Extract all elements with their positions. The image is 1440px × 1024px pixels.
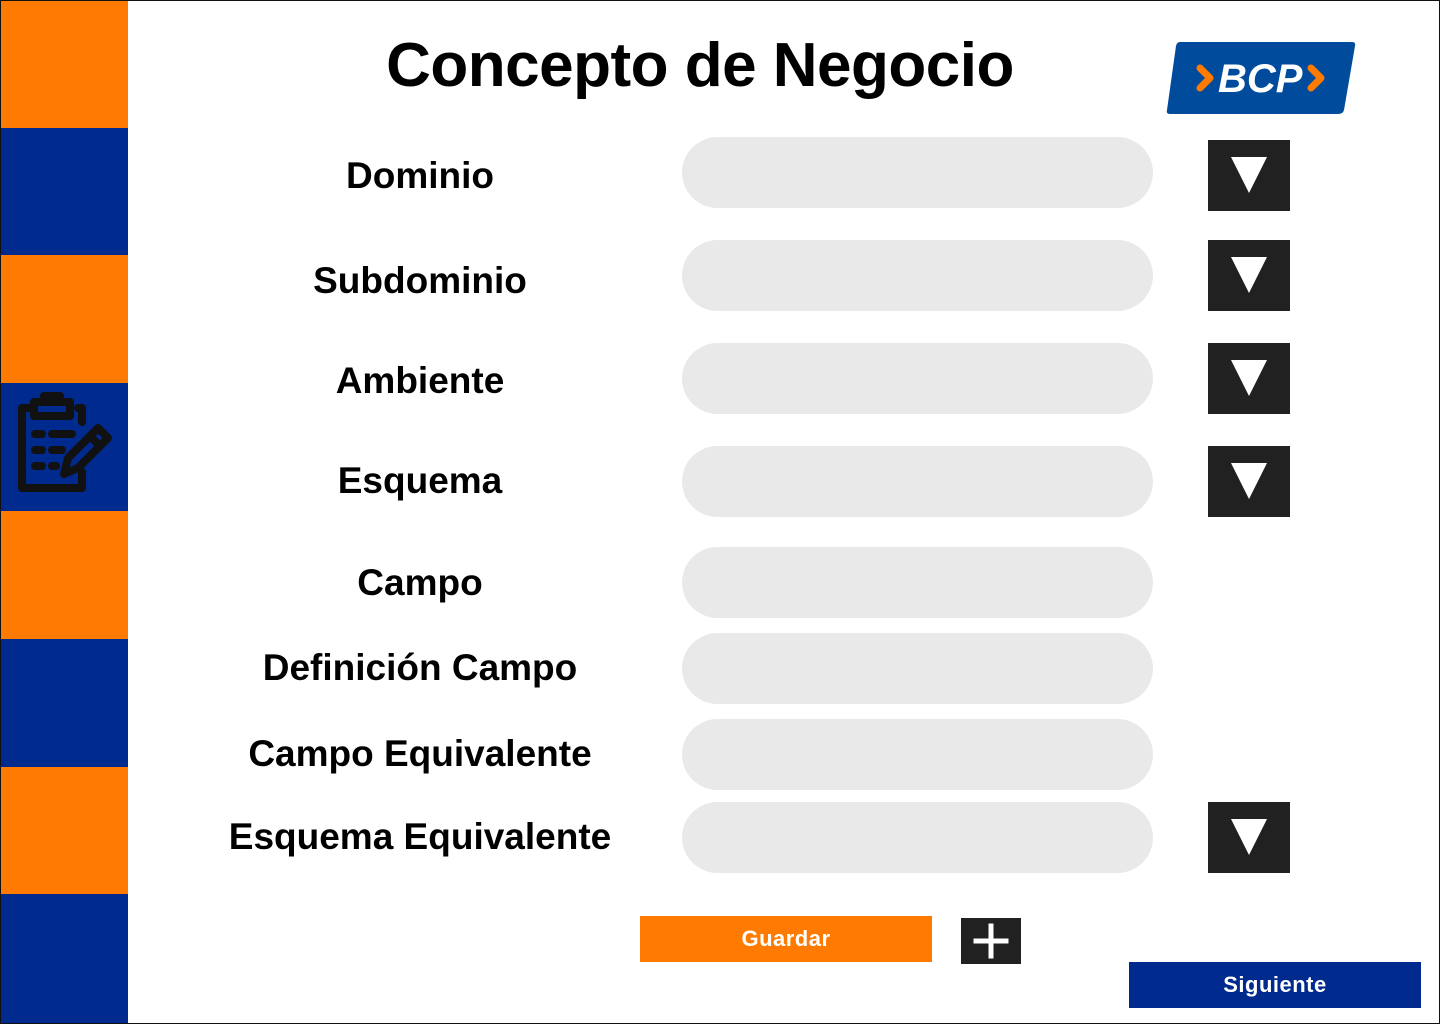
dominio-dropdown-button[interactable] [1208,140,1290,211]
esquema-input[interactable] [682,446,1153,517]
esquema-equivalente-dropdown-button[interactable] [1208,802,1290,873]
sidebar-stripe-blue [0,639,128,767]
sidebar-stripe-orange [0,255,128,383]
subdominio-label: Subdominio [313,260,527,301]
triangle-down-icon [1231,819,1267,855]
svg-text:BCP: BCP [1218,57,1303,101]
campo-equivalente-label: Campo Equivalente [248,733,592,774]
dominio-label: Dominio [346,155,494,196]
esquema-label: Esquema [337,460,503,501]
subdominio-input[interactable] [682,240,1153,311]
sidebar [0,0,128,1024]
triangle-down-icon [1231,360,1267,396]
campo-input[interactable] [682,547,1153,618]
sidebar-stripe-orange [0,0,128,128]
campo-label: Campo [357,562,483,603]
page-title: Concepto de Negocio [386,31,1014,100]
ambiente-input[interactable] [682,343,1153,414]
esquema-equivalente-label: Esquema Equivalente [228,816,612,857]
subdominio-dropdown-button[interactable] [1208,240,1290,311]
sidebar-stripe-blue [0,894,128,1024]
next-button[interactable]: Siguiente [1129,962,1421,1008]
dominio-input[interactable] [682,137,1153,208]
triangle-down-icon [1231,463,1267,499]
save-button[interactable]: Guardar [640,916,932,962]
esquema-dropdown-button[interactable] [1208,446,1290,517]
bcp-logo: BCP [1166,40,1356,116]
definicion-campo-label: Definición Campo [262,647,578,688]
ambiente-label: Ambiente [335,360,505,401]
campo-equivalente-input[interactable] [682,719,1153,790]
ambiente-dropdown-button[interactable] [1208,343,1290,414]
definicion-campo-input[interactable] [682,633,1153,704]
add-button[interactable] [961,918,1021,964]
sidebar-stripe-blue [0,128,128,255]
triangle-down-icon [1231,257,1267,293]
plus-icon [973,923,1009,959]
triangle-down-icon [1231,157,1267,193]
esquema-equivalente-input[interactable] [682,802,1153,873]
sidebar-stripe-orange [0,767,128,894]
sidebar-stripe-orange [0,511,128,639]
clipboard-edit-icon[interactable] [14,392,114,496]
